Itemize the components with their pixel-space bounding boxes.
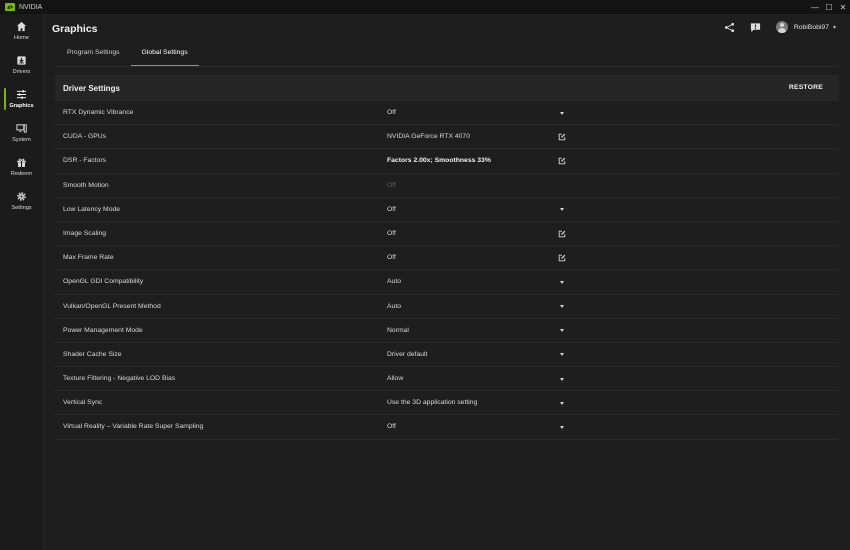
- setting-name: DSR - Factors: [63, 157, 107, 165]
- setting-name: Vertical Sync: [63, 399, 103, 407]
- restore-button[interactable]: RESTORE: [789, 84, 823, 91]
- dropdown-caret-icon[interactable]: [557, 398, 567, 408]
- setting-value[interactable]: Auto: [387, 278, 401, 285]
- title-bar: NVIDIA — ☐ ✕: [0, 0, 850, 14]
- setting-value[interactable]: Off: [387, 254, 396, 261]
- setting-value[interactable]: Normal: [387, 327, 409, 334]
- setting-name: OpenGL GDI Compatibility: [63, 278, 144, 286]
- setting-value[interactable]: Allow: [387, 375, 403, 382]
- setting-row-texture-filtering-negative-lod-bias[interactable]: Texture Filtering - Negative LOD Bias All…: [55, 367, 839, 392]
- share-icon[interactable]: [724, 21, 736, 33]
- sliders-icon: [16, 90, 27, 99]
- tab-program-settings[interactable]: Program Settings: [56, 49, 131, 66]
- nvidia-logo-icon: [5, 3, 15, 11]
- setting-name: Vulkan/OpenGL Present Method: [63, 302, 161, 310]
- setting-name: Shader Cache Size: [63, 350, 122, 358]
- sidebar-item-label: Settings: [11, 205, 32, 211]
- setting-value[interactable]: Off: [387, 230, 396, 237]
- setting-row-smooth-motion: Smooth Motion Off: [55, 174, 839, 198]
- settings-list: RTX Dynamic Vibrance Off CUDA - GPUs NVIDIA…: [55, 101, 839, 440]
- dropdown-caret-icon[interactable]: [557, 326, 567, 336]
- sidebar-item-label: Redeem: [10, 171, 33, 177]
- edit-icon[interactable]: [557, 156, 567, 166]
- sidebar-item-home[interactable]: Home: [0, 14, 43, 48]
- setting-name: RTX Dynamic Vibrance: [63, 109, 134, 116]
- app-title: NVIDIA: [19, 3, 43, 11]
- setting-value[interactable]: Off: [387, 423, 396, 430]
- minimize-button[interactable]: —: [808, 0, 822, 14]
- setting-row-vertical-sync[interactable]: Vertical Sync Use the 3D application sett…: [55, 391, 839, 416]
- sidebar-item-label: Home: [14, 35, 29, 41]
- home-icon: [16, 21, 27, 32]
- sidebar-item-label: System: [12, 137, 31, 143]
- sidebar-item-redeem[interactable]: Redeem: [0, 150, 43, 184]
- setting-row-power-management-mode[interactable]: Power Management Mode Normal: [55, 319, 839, 343]
- sidebar-item-label: Drivers: [12, 69, 31, 75]
- setting-value[interactable]: Driver default: [387, 351, 427, 358]
- driver-settings-panel: Driver Settings RESTORE RTX Dynamic Vibr…: [55, 75, 839, 440]
- setting-row-opengl-gdi-compatibility[interactable]: OpenGL GDI Compatibility Auto: [55, 270, 839, 295]
- maximize-button[interactable]: ☐: [822, 0, 836, 14]
- setting-row-virtual-reality-variable-rate-super-sampling[interactable]: Virtual Reality – Variable Rate Super Sa…: [55, 415, 839, 440]
- setting-name: Image Scaling: [63, 229, 107, 237]
- sidebar-item-graphics[interactable]: Graphics: [0, 82, 43, 116]
- setting-name: CUDA - GPUs: [63, 133, 107, 141]
- monitor-icon: [16, 124, 27, 133]
- setting-row-rtx-dynamic-vibrance[interactable]: RTX Dynamic Vibrance Off: [55, 101, 839, 126]
- main-content: Graphics RobiBobi97 ▾ Program Settings G…: [44, 14, 850, 550]
- setting-value[interactable]: Auto: [387, 303, 401, 310]
- setting-name: Power Management Mode: [63, 326, 143, 334]
- setting-name: Virtual Reality – Variable Rate Super Sa…: [63, 423, 204, 431]
- setting-row-dsr-factors[interactable]: DSR - Factors Factors 2.00x; Smoothness 3…: [55, 149, 839, 174]
- header-actions: RobiBobi97 ▾: [724, 21, 836, 33]
- edit-icon[interactable]: [557, 132, 567, 142]
- setting-value[interactable]: Factors 2.00x; Smoothness 33%: [387, 157, 491, 164]
- dropdown-caret-icon[interactable]: [557, 374, 567, 384]
- feedback-icon[interactable]: [750, 21, 762, 33]
- setting-row-image-scaling[interactable]: Image Scaling Off: [55, 222, 839, 247]
- window-controls: — ☐ ✕: [808, 0, 850, 14]
- setting-name: Max Frame Rate: [63, 254, 114, 262]
- setting-name: Low Latency Mode: [63, 205, 121, 213]
- gift-icon: [17, 158, 26, 167]
- setting-value[interactable]: Off: [387, 206, 396, 213]
- setting-value[interactable]: Off: [387, 109, 396, 116]
- sidebar: Home Drivers Graphics System Redeem Sett…: [0, 14, 44, 550]
- close-button[interactable]: ✕: [836, 0, 850, 14]
- sidebar-item-system[interactable]: System: [0, 116, 43, 150]
- panel-title: Driver Settings: [63, 83, 120, 93]
- setting-row-shader-cache-size[interactable]: Shader Cache Size Driver default: [55, 343, 839, 368]
- username[interactable]: RobiBobi97: [794, 24, 829, 31]
- setting-value[interactable]: Use the 3D application setting: [387, 399, 477, 406]
- setting-name: Texture Filtering - Negative LOD Bias: [63, 375, 176, 383]
- setting-row-max-frame-rate[interactable]: Max Frame Rate Off: [55, 246, 839, 271]
- edit-icon[interactable]: [557, 253, 567, 263]
- sidebar-item-label: Graphics: [9, 103, 34, 109]
- setting-row-low-latency-mode[interactable]: Low Latency Mode Off: [55, 198, 839, 222]
- page-title: Graphics: [52, 23, 98, 35]
- download-box-icon: [17, 56, 26, 65]
- tabs-divider: [56, 66, 838, 67]
- setting-row-vulkan-opengl-present-method[interactable]: Vulkan/OpenGL Present Method Auto: [55, 295, 839, 319]
- tab-global-settings[interactable]: Global Settings: [130, 49, 199, 66]
- edit-icon[interactable]: [557, 229, 567, 239]
- setting-value[interactable]: NVIDIA GeForce RTX 4070: [387, 133, 470, 140]
- dropdown-caret-icon[interactable]: [557, 205, 567, 215]
- setting-value: Off: [387, 181, 396, 189]
- gear-icon: [17, 192, 26, 201]
- dropdown-caret-icon[interactable]: [557, 350, 567, 360]
- avatar[interactable]: [775, 21, 788, 33]
- sidebar-item-settings[interactable]: Settings: [0, 184, 43, 218]
- dropdown-caret-icon[interactable]: [557, 108, 567, 118]
- header: Graphics RobiBobi97 ▾: [44, 14, 850, 44]
- panel-header: Driver Settings RESTORE: [55, 75, 839, 101]
- setting-row-cuda-gpus[interactable]: CUDA - GPUs NVIDIA GeForce RTX 4070: [55, 125, 839, 150]
- dropdown-caret-icon[interactable]: [557, 277, 567, 287]
- dropdown-caret-icon[interactable]: [557, 422, 567, 432]
- tab-bar: Program Settings Global Settings: [56, 49, 199, 67]
- sidebar-item-drivers[interactable]: Drivers: [0, 48, 43, 82]
- chevron-down-icon[interactable]: ▾: [833, 24, 836, 31]
- dropdown-caret-icon[interactable]: [557, 302, 567, 312]
- setting-name: Smooth Motion: [63, 181, 109, 189]
